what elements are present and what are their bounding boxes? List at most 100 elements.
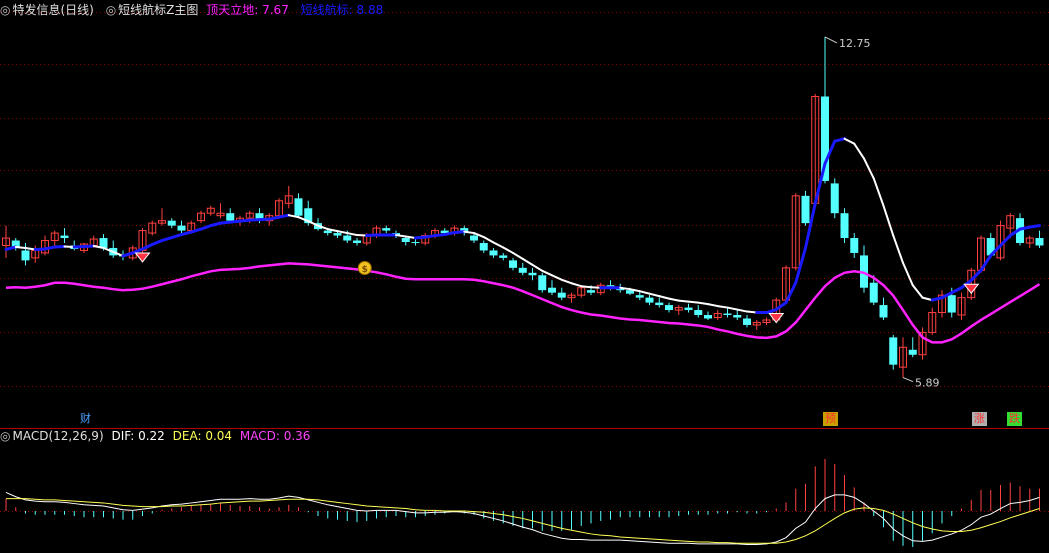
dxhb-segment-rising <box>6 247 16 249</box>
stock-chart-canvas[interactable]: 12.755.89$ <box>0 0 1049 549</box>
dxhb-segment-falling <box>562 280 572 283</box>
candle-body-down <box>412 242 420 243</box>
candle-body-down <box>665 305 673 310</box>
dif-value: 0.22 <box>138 429 165 443</box>
candle-body-down <box>499 255 507 257</box>
dxhb-segment-falling <box>698 303 708 304</box>
diamond-signal-icon <box>769 314 783 323</box>
dxhb-segment-rising <box>162 238 172 241</box>
dxhb-segment-rising <box>211 223 221 225</box>
dxhb-segment-falling <box>893 236 903 263</box>
ttld-value: 7.67 <box>262 3 289 17</box>
candle-body-down <box>948 295 956 312</box>
candle-body-down <box>558 293 566 298</box>
dxhb-segment-falling <box>854 144 864 159</box>
candle-body-down <box>470 236 478 241</box>
candle-body-down <box>61 236 69 238</box>
low-price-pointer <box>903 378 913 382</box>
dxhb-segment-rising <box>1001 236 1011 246</box>
candle-body-down <box>295 198 303 215</box>
dxhb-segment-rising <box>279 215 289 217</box>
dxhb-segment-rising <box>123 253 133 256</box>
dxhb-segment-rising <box>191 229 201 232</box>
candle-body-down <box>802 196 810 223</box>
dxhb-label: 短线航标: <box>301 3 353 17</box>
macd-pane-header: ◎MACD(12,26,9) DIF: 0.22 DEA: 0.04 MACD:… <box>0 426 1049 446</box>
diamond-signal-icon <box>136 253 150 262</box>
dxhb-segment-falling <box>679 301 689 302</box>
candle-body-down <box>724 314 732 315</box>
dxhb-segment-falling <box>640 291 650 293</box>
dxhb-segment-falling <box>650 294 660 296</box>
candle-body-down <box>889 337 897 364</box>
candle-body-down <box>870 283 878 303</box>
chart-stage[interactable]: 12.755.89$ <box>0 0 1049 549</box>
diamond-signal-icon <box>964 284 978 293</box>
circle-toggle-icon[interactable]: ◎ <box>106 3 116 17</box>
dxhb-segment-falling <box>542 271 552 275</box>
dxhb-segment-rising <box>981 255 991 270</box>
candle-body-down <box>841 213 849 238</box>
dxhb-segment-rising <box>932 298 942 300</box>
candle-body-down <box>509 260 517 267</box>
candle-body-down <box>402 238 410 242</box>
dxhb-segment-rising <box>455 232 465 233</box>
dxhb-segment-falling <box>581 286 591 287</box>
dxhb-segment-falling <box>659 296 669 298</box>
candle-body-down <box>353 241 361 243</box>
dxhb-segment-rising <box>182 232 192 234</box>
dxhb-segment-rising <box>1030 226 1040 227</box>
candle-body-down <box>909 350 917 355</box>
dxhb-segment-falling <box>572 283 582 286</box>
candle-body-down <box>743 318 751 324</box>
candle-body-down <box>480 243 488 250</box>
dxhb-segment-falling <box>728 308 738 310</box>
circle-toggle-icon[interactable]: ◎ <box>0 429 10 443</box>
dxhb-segment-falling <box>347 233 357 235</box>
money-bag-symbol: $ <box>362 265 368 275</box>
candle-body-down <box>490 250 498 255</box>
dxhb-segment-falling <box>718 306 728 307</box>
dxhb-segment-falling <box>845 139 855 144</box>
low-price-label: 5.89 <box>915 377 940 390</box>
dxhb-segment-falling <box>923 298 933 300</box>
dxhb-segment-rising <box>776 303 786 310</box>
dxhb-segment-rising <box>835 139 845 141</box>
dxhb-segment-falling <box>338 231 348 233</box>
circle-toggle-icon[interactable]: ◎ <box>0 3 10 17</box>
signal-die: 跌 <box>1007 412 1022 426</box>
dxhb-segment-rising <box>172 235 182 238</box>
candle-body-down <box>880 305 888 317</box>
candle-body-down <box>22 250 30 260</box>
dxhb-segment-falling <box>913 285 923 297</box>
dxhb-segment-falling <box>737 310 747 312</box>
dif-label: DIF: <box>111 429 134 443</box>
dxhb-segment-falling <box>552 275 562 279</box>
macd-value: 0.36 <box>284 429 311 443</box>
dxhb-segment-falling <box>16 247 26 248</box>
candle-body-down <box>831 183 839 213</box>
candle-body-down <box>168 221 176 226</box>
dxhb-segment-falling <box>874 178 884 205</box>
candle-body-down <box>538 275 546 290</box>
candle-body-down <box>382 228 390 230</box>
indicator-name: 短线航标Z主图 <box>118 3 198 17</box>
candle-body-down <box>519 268 527 273</box>
dxhb-segment-falling <box>533 265 543 271</box>
dxhb-segment-rising <box>786 283 796 303</box>
candle-body-down <box>636 295 644 297</box>
dxhb-segment-falling <box>494 243 504 248</box>
dxhb-segment-falling <box>884 206 894 236</box>
candle-body-down <box>548 288 556 293</box>
dxhb-segment-falling <box>523 259 533 265</box>
dxhb-segment-falling <box>396 235 406 236</box>
dea-value: 0.04 <box>205 429 232 443</box>
dea-label: DEA: <box>173 429 202 443</box>
dxhb-segment-rising <box>815 164 825 204</box>
dxhb-segment-rising <box>952 288 962 293</box>
dxhb-segment-falling <box>484 237 494 242</box>
dxhb-segment-falling <box>503 247 513 252</box>
dxhb-segment-rising <box>133 249 143 253</box>
candle-body-down <box>646 298 654 303</box>
dxhb-segment-falling <box>669 299 679 301</box>
